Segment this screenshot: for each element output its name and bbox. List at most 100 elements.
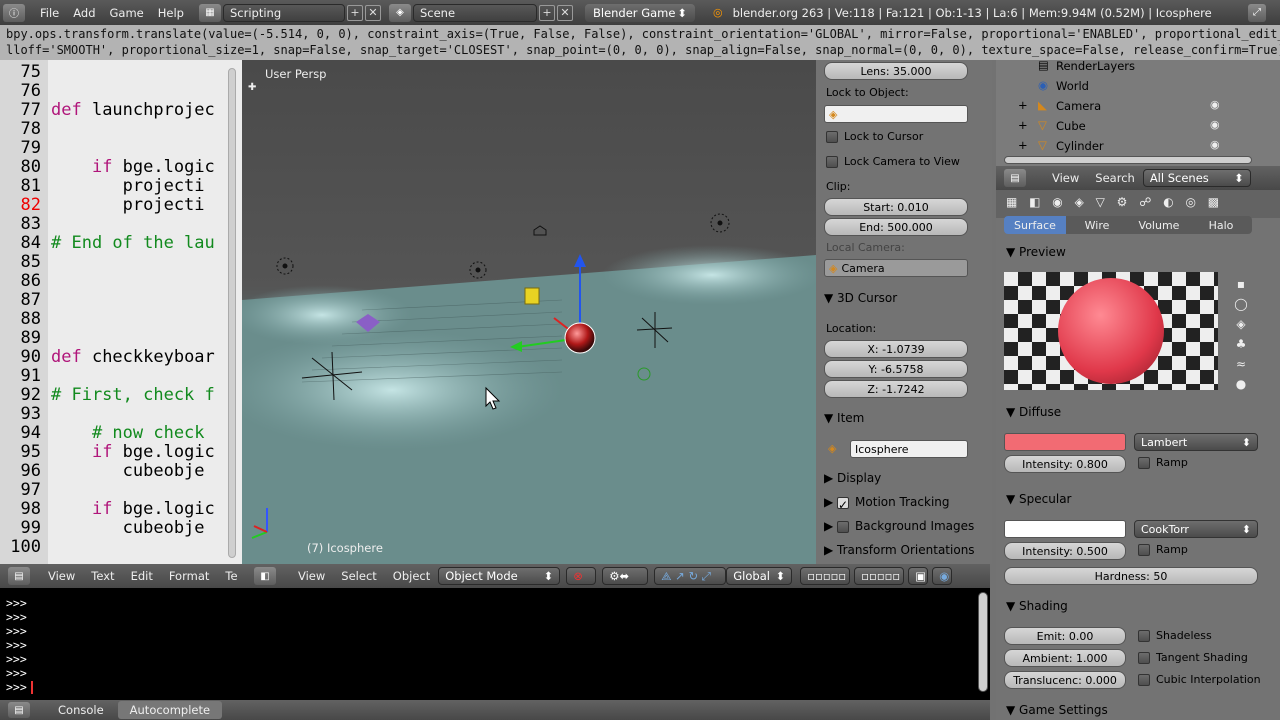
code-line[interactable]: 79 [0,138,240,158]
expand-icon[interactable]: + [1018,98,1028,112]
preview-panel-header[interactable]: ▼ Preview [1006,245,1066,259]
shadeless-checkbox[interactable]: Shadeless [1138,629,1212,642]
code-line[interactable]: 92 # First, check f [0,385,240,405]
remove-scene-button[interactable]: ✕ [556,4,573,21]
local-camera-field[interactable]: ◈ Camera [824,259,968,277]
render-preview-icon[interactable]: ◉ [932,567,953,585]
specular-panel-header[interactable]: ▼ Specular [1006,492,1072,506]
specular-color-swatch[interactable] [1004,520,1126,538]
specular-shader-select[interactable]: CookTorr ⬍ [1134,520,1258,538]
code-line[interactable]: 84 # End of the lau [0,233,240,253]
diffuse-shader-select[interactable]: Lambert ⬍ [1134,433,1258,451]
text-view-menu[interactable]: View [40,569,83,583]
tab-surface[interactable]: Surface [1004,216,1066,234]
item-name-field[interactable]: Icosphere [850,440,968,458]
code-line[interactable]: 78 [0,119,240,139]
display-panel-header[interactable]: ▶ Display [824,471,881,485]
lock-camera-checkbox[interactable]: Lock Camera to View [826,155,960,168]
lock-to-cursor-checkbox[interactable]: Lock to Cursor [826,130,923,143]
hardness-field[interactable]: Hardness: 50 [1004,567,1258,585]
code-line[interactable]: 86 [0,271,240,291]
code-line[interactable]: 94 # now check [0,423,240,443]
item-panel-header[interactable]: ▼ Item [824,411,864,425]
outliner-row[interactable]: ▤ RenderLayers [996,60,1280,76]
code-line[interactable]: 95 if bge.logic [0,442,240,462]
context-tabs-icons[interactable]: ▦ ◧ ◉ ◈ ▽ ⚙ ☍ ◐ ◎ ▩ [1006,195,1223,209]
fullscreen-icon[interactable]: ⤢ [1248,3,1266,22]
ambient-field[interactable]: Ambient: 1.000 [1004,649,1126,667]
viewport-select-menu[interactable]: Select [333,569,384,583]
cubic-interpolation-checkbox[interactable]: Cubic Interpolation [1138,673,1261,686]
outliner-row[interactable]: + ▽ Cylinder [996,136,1280,156]
tab-volume[interactable]: Volume [1128,216,1190,234]
code-line[interactable]: 89 [0,328,240,348]
text-editor[interactable]: 75 76 77 def launchprojec 78 79 80 if bge.logi… [0,60,242,564]
console-scrollbar[interactable] [978,592,988,692]
code-line[interactable]: 97 [0,480,240,500]
outliner-filter-select[interactable]: All Scenes ⬍ [1142,169,1251,187]
pivot-select[interactable]: ⚙⬌ [602,567,649,585]
code-line[interactable]: 75 [0,62,240,82]
code-line[interactable]: 100 [0,537,240,557]
text-scrollbar[interactable] [228,68,236,558]
editor-type-icon[interactable]: ◧ [254,567,276,585]
specular-intensity-field[interactable]: Intensity: 0.500 [1004,542,1126,560]
cursor-x-field[interactable]: X: -1.0739 [824,340,968,358]
menu-game[interactable]: Game [103,6,151,20]
diffuse-color-swatch[interactable] [1004,433,1126,451]
text-format-menu[interactable]: Format [161,569,218,583]
remove-screen-button[interactable]: ✕ [364,4,381,21]
background-images-panel-header[interactable]: ▶ Background Images [824,519,974,533]
orientation-select[interactable]: Global ⬍ [726,567,793,585]
visibility-eye-icon[interactable]: ◉ [1210,138,1220,151]
manipulator-buttons[interactable]: ⟁ ↗ ↻ ⤢ [654,567,727,585]
add-scene-button[interactable]: + [538,4,555,21]
tab-wire[interactable]: Wire [1066,216,1128,234]
screen-layout-field[interactable]: Scripting [222,3,345,22]
viewport-view-menu[interactable]: View [290,569,333,583]
tab-halo[interactable]: Halo [1190,216,1252,234]
toolbar-toggle-icon[interactable]: ✚ [248,82,256,93]
translucency-field[interactable]: Translucenc: 0.000 [1004,671,1126,689]
viewport-object-menu[interactable]: Object [385,569,438,583]
text-templates-menu[interactable]: Te [217,569,245,583]
python-console[interactable]: >>> >>> >>> >>> >>> >>> >>> [0,588,990,700]
game-settings-panel-header[interactable]: ▼ Game Settings [1006,703,1108,717]
text-text-menu[interactable]: Text [83,569,122,583]
code-line[interactable]: 91 [0,366,240,386]
diffuse-panel-header[interactable]: ▼ Diffuse [1006,405,1061,419]
console-tab[interactable]: Console [50,703,112,717]
menu-help[interactable]: Help [151,6,191,20]
mode-select[interactable]: Object Mode ⬍ [438,567,561,585]
menu-file[interactable]: File [33,6,66,20]
transform-orientations-panel-header[interactable]: ▶ Transform Orientations [824,543,975,557]
preview-shape-buttons[interactable]: ▪ ◯ ◈ ♣ ≈ ● [1228,274,1254,391]
outliner-search-menu[interactable]: Search [1087,171,1143,185]
icosphere-object[interactable] [564,322,596,354]
code-line[interactable]: 76 [0,81,240,101]
editor-type-icon[interactable]: ▤ [8,702,30,718]
3d-cursor-panel-header[interactable]: ▼ 3D Cursor [824,291,897,305]
menu-add[interactable]: Add [66,6,102,20]
editor-type-icon[interactable]: ▤ [8,567,30,585]
code-line[interactable]: 93 [0,404,240,424]
code-line[interactable]: 81 projecti [0,176,240,196]
clip-start-field[interactable]: Start: 0.010 [824,198,968,216]
visibility-eye-icon[interactable]: ◉ [1210,98,1220,111]
code-line[interactable]: 85 [0,252,240,272]
code-line[interactable]: 88 [0,309,240,329]
clip-end-field[interactable]: End: 500.000 [824,218,968,236]
code-line[interactable]: 80 if bge.logic [0,157,240,177]
emit-field[interactable]: Emit: 0.00 [1004,627,1126,645]
render-engine-select[interactable]: Blender Game ⬍ [584,3,695,22]
code-line[interactable]: 83 [0,214,240,234]
autocomplete-button[interactable]: Autocomplete [117,701,223,719]
code-line[interactable]: 87 [0,290,240,310]
tangent-shading-checkbox[interactable]: Tangent Shading [1138,651,1248,664]
add-screen-button[interactable]: + [346,4,363,21]
code-line[interactable]: 77 def launchprojec [0,100,240,120]
editor-type-icon[interactable]: ▤ [1004,169,1026,187]
code-line[interactable]: 98 if bge.logic [0,499,240,519]
outliner-row[interactable]: + ▽ Cube [996,116,1280,136]
code-line[interactable]: 96 cubeobje [0,461,240,481]
